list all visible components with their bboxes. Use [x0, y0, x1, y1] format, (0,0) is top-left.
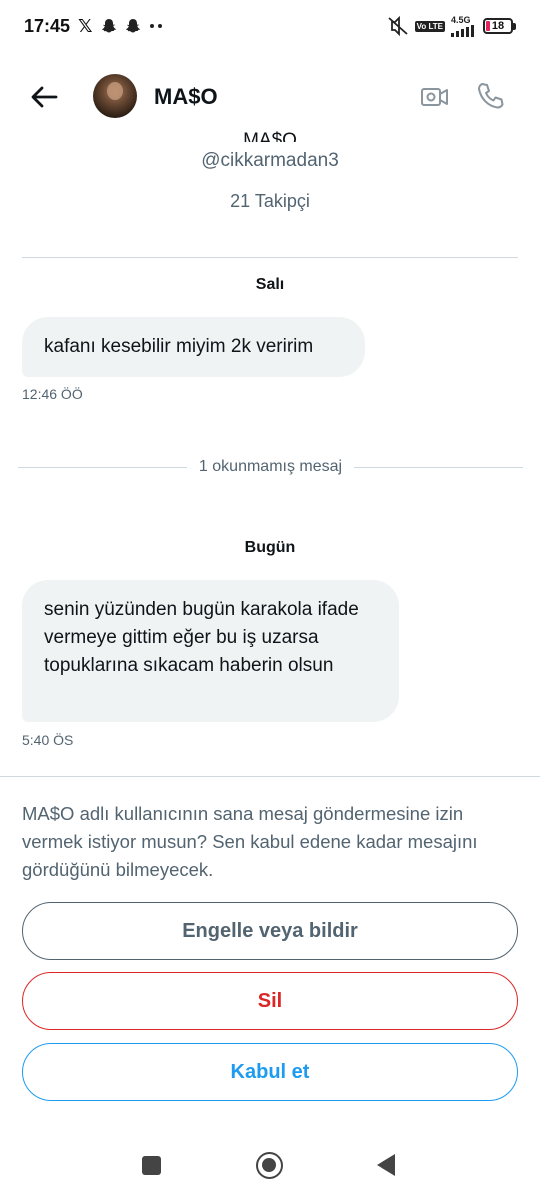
conversation-header: MA$O	[0, 62, 540, 132]
mute-icon	[388, 16, 408, 36]
video-call-button[interactable]	[420, 82, 450, 112]
profile-handle[interactable]: @cikkarmadan3	[0, 150, 540, 172]
signal-icon	[451, 25, 474, 37]
divider	[22, 257, 518, 258]
message-bubble[interactable]: senin yüzünden bugün karakola ifade verm…	[22, 580, 399, 722]
status-right: Vo LTE 4.5G 18	[387, 15, 516, 37]
back-button[interactable]	[26, 82, 62, 112]
followers-count[interactable]: 21 Takipçi	[0, 191, 540, 212]
snapchat-icon	[101, 19, 116, 33]
signal-group: 4.5G	[451, 15, 477, 37]
avatar[interactable]	[93, 74, 137, 118]
phone-icon	[478, 83, 504, 109]
message-time: 12:46 ÖÖ	[22, 386, 83, 402]
message-bubble[interactable]: kafanı kesebilir miyim 2k veririm	[22, 317, 365, 377]
system-nav-bar	[0, 1140, 540, 1200]
divider	[0, 776, 540, 777]
unread-separator: 1 okunmamış mesaj	[18, 456, 524, 478]
block-or-report-button[interactable]: Engelle veya bildir	[22, 902, 518, 960]
arrow-left-icon	[31, 86, 58, 108]
unread-label: 1 okunmamış mesaj	[198, 458, 343, 475]
delete-button[interactable]: Sil	[22, 972, 518, 1030]
battery-level: 18	[491, 20, 505, 32]
status-time: 17:45	[24, 15, 71, 36]
day-label-today: Bugün	[244, 539, 296, 556]
profile-name: MA$O	[0, 128, 540, 142]
battery-icon: 18	[483, 18, 516, 34]
home-button[interactable]	[256, 1152, 283, 1179]
day-label-tuesday: Salı	[255, 276, 285, 293]
video-camera-icon	[421, 88, 448, 106]
x-icon: 𝕏	[78, 15, 93, 36]
system-back-button[interactable]	[377, 1154, 395, 1176]
message-request-text: MA$O adlı kullanıcının sana mesaj gönder…	[22, 803, 478, 880]
separator-line	[18, 466, 187, 468]
more-dots-icon	[149, 24, 162, 28]
profile-name-text: MA$O	[243, 130, 297, 142]
network-type: 4.5G	[451, 15, 471, 25]
header-title[interactable]: MA$O	[154, 84, 218, 110]
status-left: 17:45 𝕏	[24, 16, 163, 37]
accept-button[interactable]: Kabul et	[22, 1043, 518, 1101]
status-bar: 17:45 𝕏 Vo LTE 4.5G 18	[0, 0, 540, 52]
voice-call-button[interactable]	[475, 80, 507, 112]
snapchat-icon	[125, 19, 140, 33]
recents-button[interactable]	[142, 1156, 161, 1175]
separator-line	[354, 466, 524, 468]
message-time: 5:40 ÖS	[22, 732, 74, 748]
volte-badge: Vo LTE	[414, 20, 445, 32]
